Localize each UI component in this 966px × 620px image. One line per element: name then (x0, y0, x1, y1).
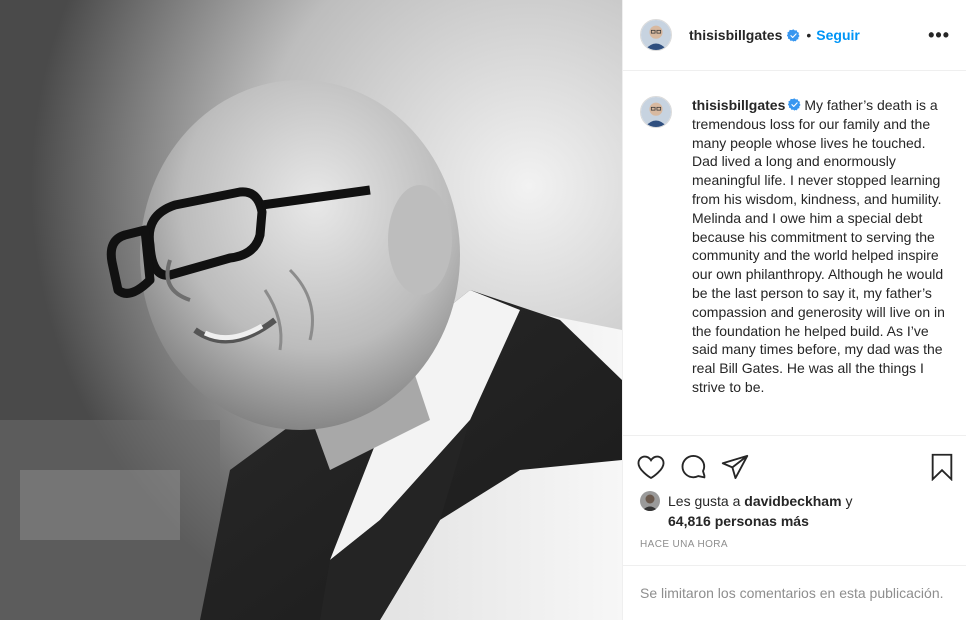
post-side-panel: thisisbillgates • Seguir ••• thisisbillg… (622, 0, 966, 620)
photo-illustration (0, 0, 622, 620)
post-timestamp[interactable]: HACE UNA HORA (623, 531, 966, 563)
header-username[interactable]: thisisbillgates (689, 27, 782, 43)
avatar-icon (641, 20, 671, 50)
comments-limited-notice: Se limitaron los comentarios en esta pub… (623, 565, 966, 620)
comment-icon[interactable] (679, 453, 707, 481)
caption-username[interactable]: thisisbillgates (692, 97, 785, 113)
liker-username[interactable]: davidbeckham (744, 493, 841, 509)
share-icon[interactable] (721, 453, 749, 481)
likes-summary: Les gusta a davidbeckham y 64,816 person… (623, 491, 966, 531)
instagram-post: thisisbillgates • Seguir ••• thisisbillg… (0, 0, 966, 620)
follow-button[interactable]: Seguir (816, 27, 860, 43)
caption-body: My father’s death is a tremendous loss f… (692, 97, 945, 395)
likes-text: Les gusta a davidbeckham y 64,816 person… (668, 491, 852, 531)
caption-avatar[interactable] (640, 96, 672, 128)
post-header: thisisbillgates • Seguir ••• (623, 0, 966, 71)
post-photo[interactable] (0, 0, 622, 620)
bookmark-icon[interactable] (928, 453, 956, 481)
verified-badge-icon (788, 98, 801, 111)
likes-prefix: Les gusta a (668, 493, 741, 509)
avatar-icon (641, 97, 671, 127)
likes-connector: y (845, 493, 853, 509)
verified-badge-icon (787, 28, 800, 42)
more-options-icon[interactable]: ••• (928, 26, 950, 44)
user-avatar[interactable] (640, 19, 672, 51)
action-bar (623, 443, 966, 491)
avatar-icon (640, 491, 660, 511)
likes-count[interactable]: 64,816 personas más (668, 513, 809, 529)
heart-icon[interactable] (637, 453, 665, 481)
caption-area: thisisbillgates My father’s death is a t… (623, 71, 966, 436)
caption-text: thisisbillgates My father’s death is a t… (692, 96, 948, 397)
liker-avatar[interactable] (640, 491, 660, 511)
separator-dot: • (806, 27, 812, 43)
